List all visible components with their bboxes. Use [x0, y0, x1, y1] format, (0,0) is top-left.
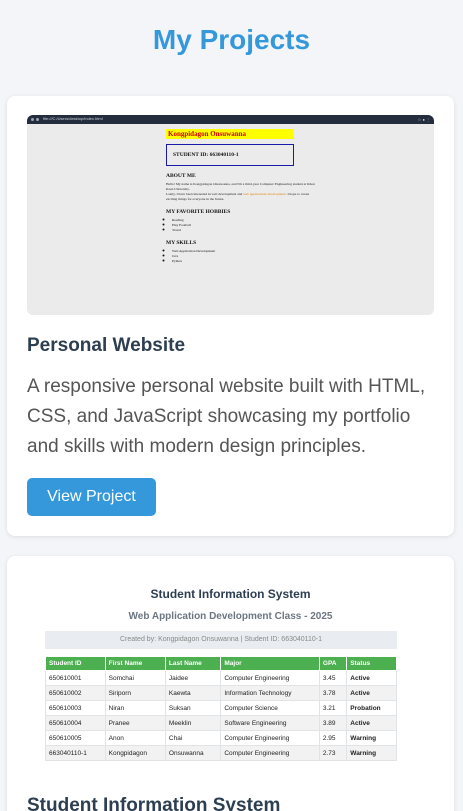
status-cell: Active: [346, 685, 397, 701]
table-cell: Software Engineering: [220, 715, 320, 731]
table-cell: Pranee: [104, 715, 166, 731]
mini-hobbies-list: Reading Play Football Travel: [166, 218, 316, 233]
table-cell: 3.45: [318, 670, 348, 686]
browser-url: file:///C:/Users/desktop/index.html: [43, 116, 103, 121]
table-cell: Kongpidagon: [104, 745, 166, 761]
project-thumbnail: Student Information System Web Applicati…: [27, 575, 434, 775]
project-title: Personal Website: [27, 335, 186, 356]
mini-about-heading: ABOUT ME: [166, 173, 196, 179]
table-cell: 2.73: [318, 745, 348, 761]
column-header: GPA: [318, 656, 348, 671]
mini-website: Kongpidagon Onsuwanna STUDENT ID: 663040…: [166, 129, 316, 264]
table-cell: Niran: [104, 700, 166, 716]
column-header: Status: [346, 656, 397, 671]
mini-skills-heading: MY SKILLS: [166, 240, 197, 246]
student-table: Student ID First Name Last Name Major GP…: [45, 656, 397, 761]
status-cell: Warning: [346, 730, 397, 746]
table-row: 650610005 Anon Chai Computer Engineering…: [45, 730, 397, 746]
table-cell: Information Technology: [220, 685, 320, 701]
back-icon: [31, 118, 34, 121]
table-row: 650610003 Niran Suksan Computer Science …: [45, 700, 397, 716]
table-row: 663040110-1 Kongpidagon Onsuwanna Comput…: [45, 745, 397, 761]
view-project-button[interactable]: View Project: [27, 478, 156, 516]
table-cell: Computer Science: [220, 700, 320, 716]
table-cell: 650610001: [45, 670, 106, 686]
table-cell: 663040110-1: [45, 745, 106, 761]
mini-student-id: STUDENT ID: 663040110-1: [166, 144, 294, 166]
column-header: Last Name: [164, 656, 222, 671]
mini-name: Kongpidagon Onsuwanna: [166, 129, 294, 139]
project-title: Student Information System: [27, 795, 281, 811]
table-cell: Computer Engineering: [220, 670, 320, 686]
table-cell: Somchai: [104, 670, 166, 686]
table-cell: Meeklin: [164, 715, 222, 731]
project-description: A responsive personal website built with…: [27, 376, 426, 457]
project-thumbnail: file:///C:/Users/desktop/index.html ☆ ● …: [27, 115, 434, 315]
table-cell: Onsuwanna: [164, 745, 222, 761]
browser-menu-icon: ☆ ● ⋮: [417, 117, 430, 122]
table-cell: Chai: [164, 730, 222, 746]
sis-created-by: Created by: Kongpidagon Onsuwanna | Stud…: [45, 631, 397, 649]
table-row: 650610002 Siriporn Kaewta Information Te…: [45, 685, 397, 701]
table-header-row: Student ID First Name Last Name Major GP…: [45, 656, 397, 671]
status-cell: Warning: [346, 745, 397, 761]
page-title: My Projects: [152, 24, 311, 55]
mini-about-text: Hello! My name is Kongpidagon Onsuwanna,…: [166, 182, 315, 201]
project-card-student-information-system: Student Information System Web Applicati…: [7, 556, 454, 811]
column-header: Major: [220, 656, 320, 671]
table-cell: 650610002: [45, 685, 106, 701]
table-cell: Siriporn: [104, 685, 166, 701]
list-item: Python: [172, 259, 316, 264]
table-cell: 3.89: [318, 715, 348, 731]
status-cell: Probation: [346, 700, 397, 716]
sis-title: Student Information System: [150, 587, 311, 601]
table-cell: 650610004: [45, 715, 106, 731]
browser-bar: file:///C:/Users/desktop/index.html ☆ ● …: [27, 115, 434, 124]
table-cell: 2.95: [318, 730, 348, 746]
sis-subtitle: Web Application Development Class - 2025: [128, 611, 333, 622]
table-cell: Computer Engineering: [220, 745, 320, 761]
table-cell: Anon: [104, 730, 166, 746]
table-row: 650610004 Pranee Meeklin Software Engine…: [45, 715, 397, 731]
projects-page: My Projects file:///C:/Users/desktop/ind…: [0, 0, 463, 811]
table-cell: 650610005: [45, 730, 106, 746]
status-cell: Active: [346, 670, 397, 686]
reload-icon: [36, 118, 39, 121]
mini-hobbies-heading: MY FAVORITE HOBBIES: [166, 209, 231, 215]
column-header: First Name: [104, 656, 166, 671]
table-cell: Computer Engineering: [220, 730, 320, 746]
table-cell: 3.21: [318, 700, 348, 716]
table-cell: Suksan: [164, 700, 222, 716]
table-cell: 3.78: [318, 685, 348, 701]
column-header: Student ID: [45, 656, 106, 671]
table-cell: Jaidee: [164, 670, 222, 686]
list-item: Travel: [172, 228, 316, 233]
project-card-personal-website: file:///C:/Users/desktop/index.html ☆ ● …: [7, 96, 454, 536]
mini-skills-list: Web Application Development Java Python: [166, 249, 316, 264]
table-row: 650610001 Somchai Jaidee Computer Engine…: [45, 670, 397, 686]
table-cell: 650610003: [45, 700, 106, 716]
status-cell: Active: [346, 715, 397, 731]
table-cell: Kaewta: [164, 685, 222, 701]
